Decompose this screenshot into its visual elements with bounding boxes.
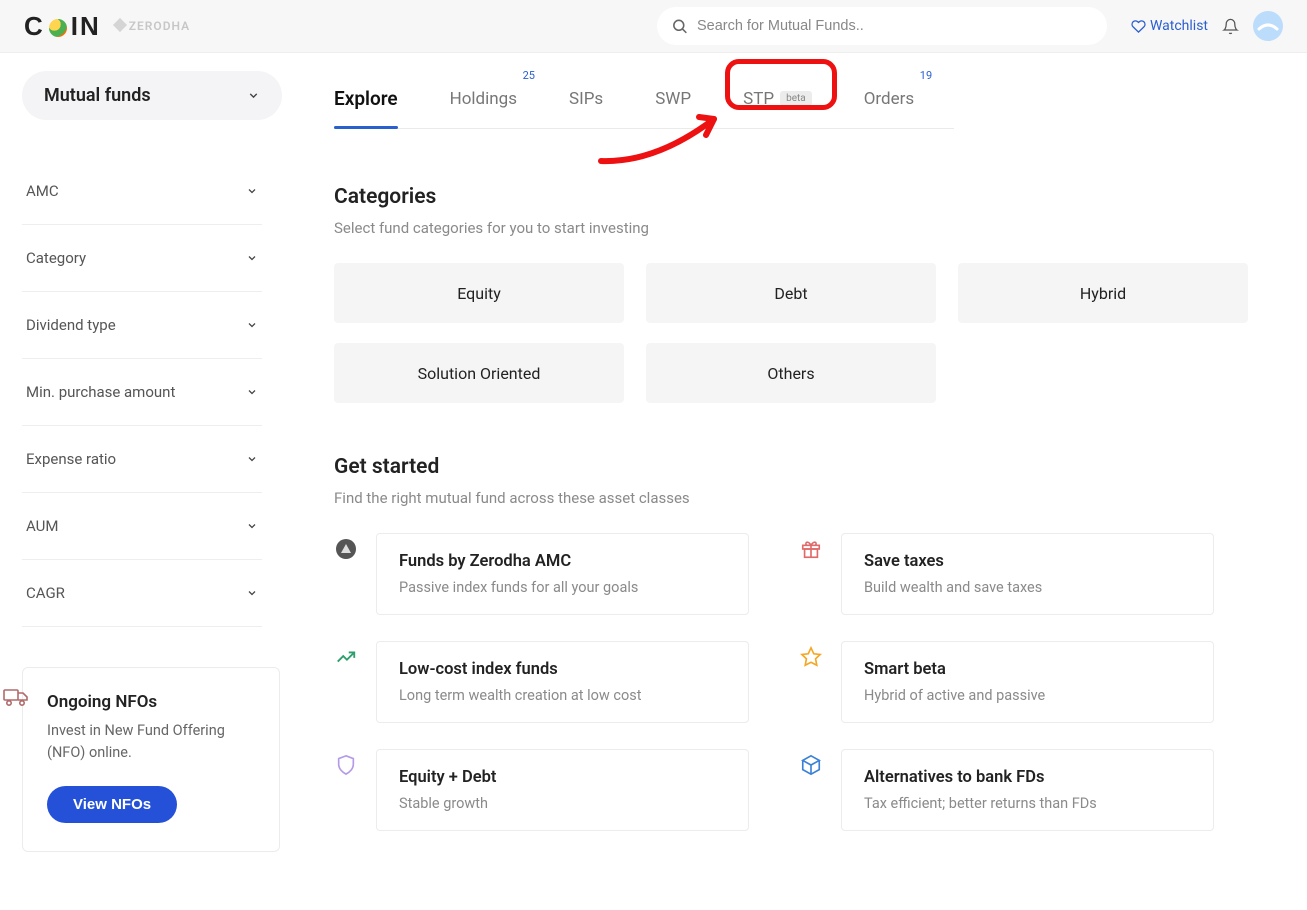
holdings-badge: 25 <box>523 69 535 82</box>
gs-item-save-taxes[interactable]: Save taxes Build wealth and save taxes <box>799 533 1214 615</box>
nfo-card: Ongoing NFOs Invest in New Fund Offering… <box>22 667 280 852</box>
filter-dividend-type[interactable]: Dividend type <box>22 292 262 359</box>
filter-aum[interactable]: AUM <box>22 493 262 560</box>
zerodha-amc-icon <box>334 537 358 561</box>
truck-icon <box>3 686 29 708</box>
product-dropdown[interactable]: Mutual funds <box>22 71 282 120</box>
category-others[interactable]: Others <box>646 343 936 403</box>
avatar-icon <box>1257 19 1279 33</box>
orders-badge: 19 <box>920 69 932 82</box>
filter-min-purchase[interactable]: Min. purchase amount <box>22 359 262 426</box>
get-started-grid: Funds by Zerodha AMC Passive index funds… <box>334 533 1214 831</box>
chevron-down-icon <box>246 319 258 331</box>
gs-item-smart-beta[interactable]: Smart beta Hybrid of active and passive <box>799 641 1214 723</box>
tab-stp[interactable]: STP beta <box>743 79 812 128</box>
product-dropdown-label: Mutual funds <box>44 85 151 106</box>
coin-logo-o-icon <box>49 19 67 37</box>
trend-up-icon <box>334 645 358 669</box>
gs-item-zerodha-amc[interactable]: Funds by Zerodha AMC Passive index funds… <box>334 533 749 615</box>
kite-icon <box>113 18 127 32</box>
category-hybrid[interactable]: Hybrid <box>958 263 1248 323</box>
categories-grid: Equity Debt Hybrid Solution Oriented Oth… <box>334 263 1267 403</box>
gs-item-index-funds[interactable]: Low-cost index funds Long term wealth cr… <box>334 641 749 723</box>
coin-logo[interactable]: CIN <box>24 11 101 42</box>
filter-category[interactable]: Category <box>22 225 262 292</box>
zerodha-brand: ZERODHA <box>115 19 190 33</box>
sidebar: Mutual funds AMC Category Dividend type … <box>0 53 300 882</box>
gift-icon <box>799 537 823 561</box>
search-wrap <box>657 7 1107 45</box>
categories-subtitle: Select fund categories for you to start … <box>334 219 1267 237</box>
watchlist-link[interactable]: Watchlist <box>1131 18 1208 34</box>
search-input[interactable] <box>657 7 1107 45</box>
avatar[interactable] <box>1253 11 1283 41</box>
tab-sips[interactable]: SIPs <box>569 79 603 128</box>
chevron-down-icon <box>247 89 260 102</box>
cube-icon <box>799 753 823 777</box>
shield-icon <box>334 753 358 777</box>
nfo-desc: Invest in New Fund Offering (NFO) online… <box>47 720 255 764</box>
chevron-down-icon <box>246 185 258 197</box>
tabs: Explore Holdings 25 SIPs SWP STP beta Or… <box>334 79 954 129</box>
chevron-down-icon <box>246 587 258 599</box>
tab-holdings[interactable]: Holdings 25 <box>450 79 517 128</box>
tab-swp[interactable]: SWP <box>655 79 691 128</box>
category-debt[interactable]: Debt <box>646 263 936 323</box>
tab-orders[interactable]: Orders 19 <box>864 79 914 128</box>
search-icon <box>671 18 688 35</box>
filter-amc[interactable]: AMC <box>22 158 262 225</box>
gs-box: Equity + Debt Stable growth <box>376 749 749 831</box>
gs-box: Low-cost index funds Long term wealth cr… <box>376 641 749 723</box>
get-started-title: Get started <box>334 455 1267 479</box>
heart-icon <box>1131 19 1146 34</box>
nfo-title: Ongoing NFOs <box>47 692 255 712</box>
category-equity[interactable]: Equity <box>334 263 624 323</box>
get-started-subtitle: Find the right mutual fund across these … <box>334 489 1267 507</box>
star-icon <box>799 645 823 669</box>
main-content: Explore Holdings 25 SIPs SWP STP beta Or… <box>300 53 1307 882</box>
notifications-icon[interactable] <box>1222 18 1239 35</box>
gs-item-equity-debt[interactable]: Equity + Debt Stable growth <box>334 749 749 831</box>
gs-box: Smart beta Hybrid of active and passive <box>841 641 1214 723</box>
chevron-down-icon <box>246 453 258 465</box>
chevron-down-icon <box>246 386 258 398</box>
filter-cagr[interactable]: CAGR <box>22 560 262 627</box>
categories-title: Categories <box>334 185 1267 209</box>
gs-box: Save taxes Build wealth and save taxes <box>841 533 1214 615</box>
header-links: Watchlist <box>1131 11 1283 41</box>
tab-explore[interactable]: Explore <box>334 79 398 128</box>
category-solution-oriented[interactable]: Solution Oriented <box>334 343 624 403</box>
gs-box: Alternatives to bank FDs Tax efficient; … <box>841 749 1214 831</box>
beta-badge: beta <box>780 91 812 106</box>
chevron-down-icon <box>246 520 258 532</box>
logo-wrap: CIN ZERODHA <box>24 11 190 42</box>
gs-box: Funds by Zerodha AMC Passive index funds… <box>376 533 749 615</box>
gs-item-bank-fd-alt[interactable]: Alternatives to bank FDs Tax efficient; … <box>799 749 1214 831</box>
view-nfos-button[interactable]: View NFOs <box>47 786 177 823</box>
chevron-down-icon <box>246 252 258 264</box>
top-header: CIN ZERODHA Watchlist <box>0 0 1307 53</box>
filter-expense-ratio[interactable]: Expense ratio <box>22 426 262 493</box>
